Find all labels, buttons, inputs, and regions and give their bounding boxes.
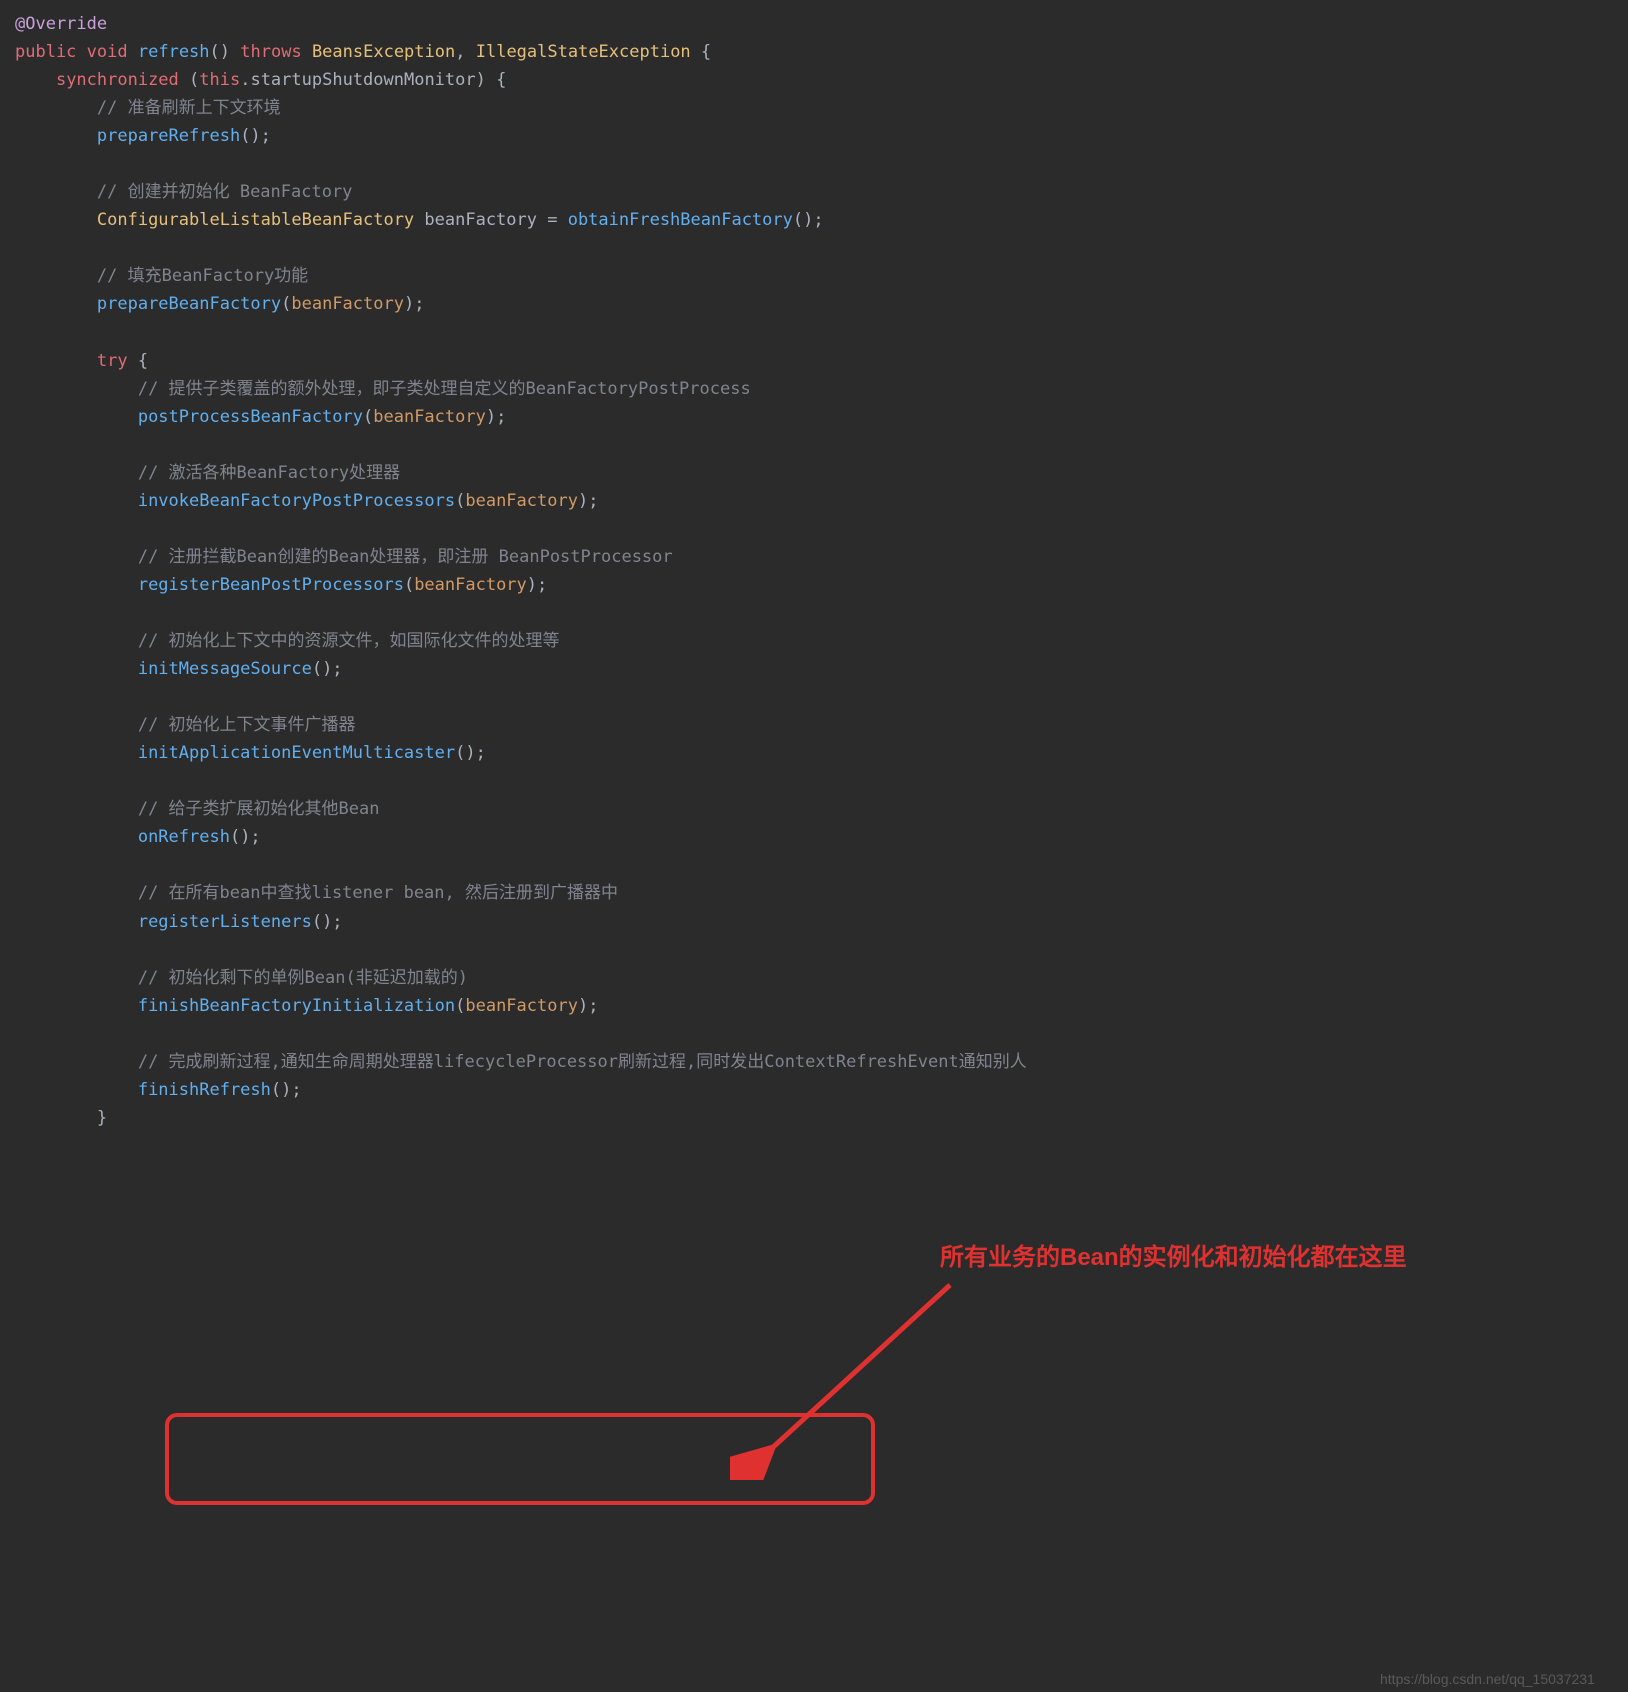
call-preparebf: prepareBeanFactory (97, 294, 281, 314)
kw-try: try (97, 351, 128, 371)
call-initmulticaster: initApplicationEventMulticaster (138, 743, 455, 763)
kw-public: public (15, 42, 76, 62)
comment-finishrefresh: // 完成刷新过程,通知生命周期处理器lifecycleProcessor刷新过… (138, 1052, 1027, 1072)
comment-invoke-bfpp: // 激活各种BeanFactory处理器 (138, 463, 400, 483)
type-illegalstate: IllegalStateException (476, 42, 691, 62)
call-reglisteners: registerListeners (138, 912, 312, 932)
call-registerbpp: registerBeanPostProcessors (138, 575, 404, 595)
type-conflistablebf: ConfigurableListableBeanFactory (97, 210, 414, 230)
comment-prepare-refresh: // 准备刷新上下文环境 (97, 98, 281, 118)
call-preparerefresh: prepareRefresh (97, 126, 240, 146)
kw-sync: synchronized (56, 70, 179, 90)
comment-register-bpp: // 注册拦截Bean创建的Bean处理器，即注册 BeanPostProces… (138, 547, 673, 567)
method-refresh: refresh (138, 42, 210, 62)
highlight-box (165, 1413, 875, 1505)
comment-reglisteners: // 在所有bean中查找listener bean, 然后注册到广播器中 (138, 883, 618, 903)
kw-throws: throws (240, 42, 301, 62)
code-block: @Override public void refresh() throws B… (15, 10, 1628, 1132)
callout-text: 所有业务的Bean的实例化和初始化都在这里 (940, 1238, 1407, 1278)
call-obtainfreshbf: obtainFreshBeanFactory (568, 210, 793, 230)
call-onrefresh: onRefresh (138, 827, 230, 847)
comment-onrefresh: // 给子类扩展初始化其他Bean (138, 799, 380, 819)
watermark: https://blog.csdn.net/qq_15037231 (1380, 1668, 1595, 1691)
kw-this: this (199, 70, 240, 90)
comment-finishbfinit: // 初始化剩下的单例Bean(非延迟加载的) (138, 968, 468, 988)
comment-init-msgsrc: // 初始化上下文中的资源文件，如国际化文件的处理等 (138, 631, 560, 651)
comment-init-multicaster: // 初始化上下文事件广播器 (138, 715, 356, 735)
call-finishbfinit: finishBeanFactoryInitialization (138, 996, 455, 1016)
comment-postprocess: // 提供子类覆盖的额外处理，即子类处理自定义的BeanFactoryPostP… (138, 379, 751, 399)
kw-void: void (87, 42, 128, 62)
arrow-icon (730, 1270, 990, 1480)
field-monitor: .startupShutdownMonitor (240, 70, 475, 90)
comment-create-beanfactory: // 创建并初始化 BeanFactory (97, 182, 353, 202)
call-finishrefresh: finishRefresh (138, 1080, 271, 1100)
comment-fill-bf: // 填充BeanFactory功能 (97, 266, 308, 286)
call-invokebfpp: invokeBeanFactoryPostProcessors (138, 491, 455, 511)
type-beansexc: BeansException (312, 42, 455, 62)
call-initmsgsrc: initMessageSource (138, 659, 312, 679)
close-brace: } (97, 1108, 107, 1128)
annotation: @Override (15, 14, 107, 34)
call-postprocessbf: postProcessBeanFactory (138, 407, 363, 427)
